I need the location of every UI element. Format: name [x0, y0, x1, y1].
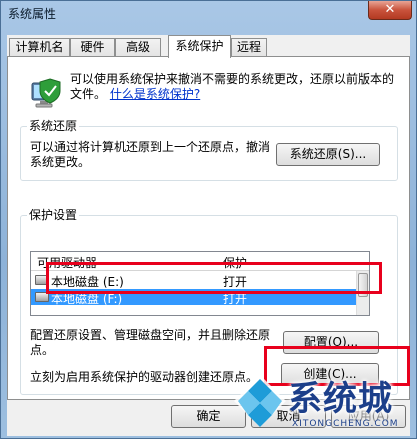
- configure-description: 配置还原设置、管理磁盘空间，并且删除还原点。: [30, 328, 271, 357]
- protection-settings-heading: 保护设置: [27, 208, 80, 222]
- system-restore-button[interactable]: 系统还原(S)...: [276, 143, 380, 166]
- close-button[interactable]: ✕: [368, 1, 412, 20]
- highlight-box-drive-f: [46, 262, 382, 294]
- tab-advanced[interactable]: 高级: [115, 38, 161, 57]
- close-icon: ✕: [384, 2, 396, 17]
- window-title: 系统属性: [8, 7, 57, 21]
- title-bar[interactable]: 系统属性 ✕: [1, 1, 416, 25]
- system-restore-heading: 系统还原: [27, 119, 80, 133]
- computer-shield-icon: [31, 78, 61, 108]
- dialog-button-bar: 确定 取消 应用(A): [7, 400, 410, 436]
- system-properties-window: 系统属性 ✕ 计算机名 硬件 高级 系统保护 远程 可以使用系统保护来撤消不需要…: [0, 0, 417, 439]
- highlight-box-create: [264, 346, 410, 386]
- tab-hardware[interactable]: 硬件: [70, 38, 115, 57]
- what-is-system-protection-link[interactable]: 什么是系统保护?: [110, 87, 200, 101]
- intro-text: 可以使用系统保护来撤消不需要的系统更改，还原以前版本的文件。 什么是系统保护?: [70, 72, 395, 101]
- tab-strip: 计算机名 硬件 高级 系统保护 远程: [7, 35, 410, 58]
- create-description: 立刻为启用系统保护的驱动器创建还原点。: [30, 370, 259, 384]
- tab-computer-name[interactable]: 计算机名: [9, 38, 70, 57]
- system-restore-group: 系统还原 可以通过将计算机还原到上一个还原点，撤消系统更改。 系统还原(S)..…: [20, 119, 398, 181]
- apply-button[interactable]: 应用(A): [331, 405, 406, 428]
- tab-remote[interactable]: 远程: [231, 38, 267, 57]
- cancel-button[interactable]: 取消: [251, 405, 326, 428]
- ok-button[interactable]: 确定: [171, 405, 246, 428]
- system-restore-description: 可以通过将计算机还原到上一个还原点，撤消系统更改。: [30, 140, 271, 169]
- tab-system-protection[interactable]: 系统保护: [168, 35, 231, 58]
